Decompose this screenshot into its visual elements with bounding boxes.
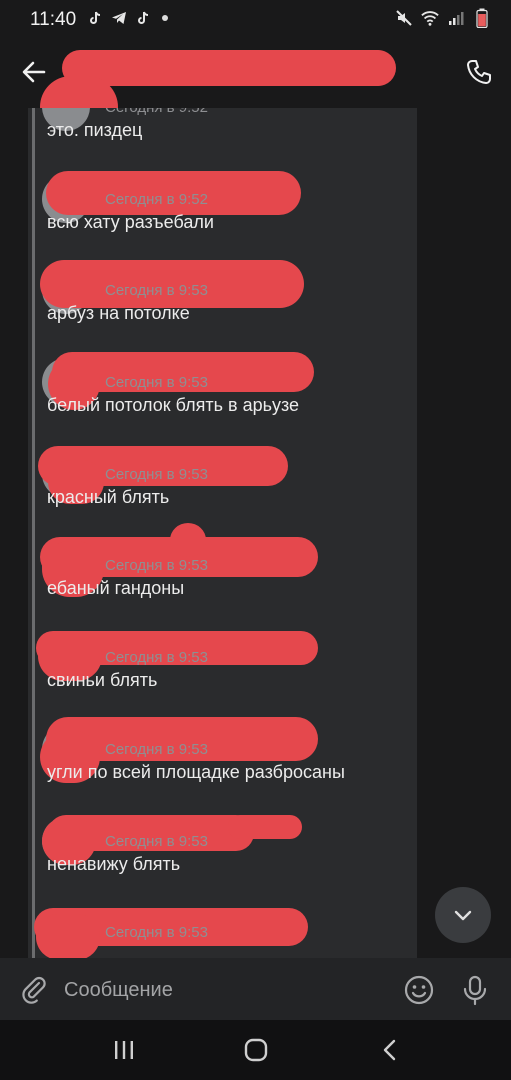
message-item[interactable]: Сегодня в 9:53 свиньи блять	[36, 631, 412, 725]
signal-icon	[447, 9, 465, 27]
message-item[interactable]: Сегодня в 9:52 всю хату разъебали	[42, 171, 412, 267]
recent-apps-button[interactable]	[96, 1030, 152, 1070]
home-icon	[244, 1038, 268, 1062]
quote-bar	[32, 108, 35, 958]
message-item[interactable]: Сегодня в 9:53	[34, 908, 412, 958]
redacted-scribble	[228, 815, 302, 839]
message-text: арбуз на потолке	[47, 303, 190, 323]
message-time: Сегодня в 9:53	[105, 924, 208, 941]
message-text: это. пиздец	[47, 120, 143, 140]
mute-icon	[395, 9, 413, 27]
microphone-icon	[463, 975, 487, 1006]
message-composer	[0, 958, 511, 1020]
message-item[interactable]: Сегодня в 9:53 угли по всей площадке раз…	[40, 717, 412, 817]
message-time: Сегодня в 9:53	[105, 557, 208, 574]
status-bar: 11:40	[0, 0, 511, 38]
back-nav-button[interactable]	[362, 1030, 418, 1070]
tiktok-icon	[134, 9, 152, 27]
microphone-button[interactable]	[455, 970, 495, 1010]
message-item[interactable]: Сегодня в 9:53 арбуз на потолке	[40, 260, 412, 358]
smiley-icon	[404, 975, 434, 1005]
message-item[interactable]: Сегодня в 9:53 белый потолок блять в арь…	[42, 352, 412, 450]
message-input[interactable]	[62, 970, 386, 1010]
message-item[interactable]: Сегодня в 9:53 красный блять	[38, 446, 412, 542]
emoji-button[interactable]	[399, 970, 439, 1010]
home-button[interactable]	[228, 1030, 284, 1070]
arrow-left-icon	[22, 61, 46, 83]
message-text: ебаный гандоны	[47, 578, 185, 598]
message-time: Сегодня в 9:53	[105, 833, 208, 850]
scroll-down-button[interactable]	[435, 887, 491, 943]
message-list[interactable]: Сегодня в 9:52 это. пиздец Сегодня в 9:5…	[0, 108, 511, 958]
call-button[interactable]	[459, 52, 499, 92]
message-time: Сегодня в 9:53	[105, 466, 208, 483]
message-text: всю хату разъебали	[47, 212, 214, 232]
chevron-down-icon	[454, 910, 472, 921]
system-navigation-bar	[0, 1020, 511, 1080]
attach-button[interactable]	[16, 971, 52, 1007]
wifi-icon	[421, 9, 439, 27]
tiktok-icon	[86, 9, 104, 27]
chat-header	[0, 38, 511, 138]
message-text: красный блять	[47, 487, 170, 507]
recents-icon	[115, 1041, 133, 1059]
redacted-avatar	[36, 914, 100, 958]
message-text: свиньи блять	[47, 670, 158, 690]
chevron-left-icon	[383, 1039, 396, 1061]
message-time: Сегодня в 9:52	[105, 191, 208, 208]
redacted-sender-blob	[170, 523, 206, 557]
phone-icon	[467, 60, 491, 84]
message-item[interactable]: Сегодня в 9:52 это. пиздец	[42, 108, 412, 175]
redacted-chat-title	[62, 50, 396, 86]
message-time: Сегодня в 9:53	[105, 282, 208, 299]
message-text: белый потолок блять в арьузе	[47, 395, 300, 415]
message-time: Сегодня в 9:53	[105, 649, 208, 666]
status-time: 11:40	[30, 9, 77, 30]
telegram-icon	[110, 9, 128, 27]
battery-icon	[473, 8, 491, 28]
message-time: Сегодня в 9:53	[105, 741, 208, 758]
message-item[interactable]: Сегодня в 9:53 ненавижу блять	[42, 815, 412, 909]
message-text: ненавижу блять	[47, 854, 181, 874]
message-time: Сегодня в 9:52	[105, 108, 208, 116]
message-time: Сегодня в 9:53	[105, 374, 208, 391]
paperclip-icon	[22, 976, 46, 1004]
notification-dot-icon	[162, 15, 168, 21]
message-item[interactable]: Сегодня в 9:53 ебаный гандоны	[40, 523, 412, 633]
message-text: угли по всей площадке разбросаны	[47, 762, 345, 782]
